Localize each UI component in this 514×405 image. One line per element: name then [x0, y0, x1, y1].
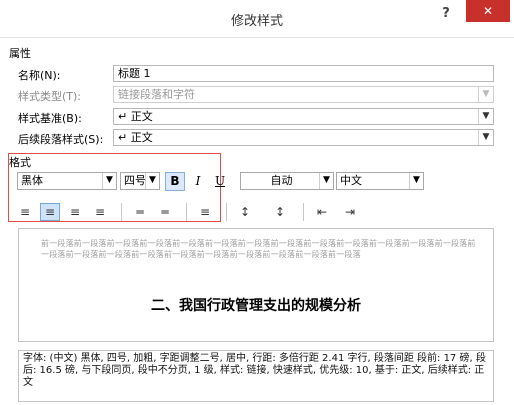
language-value: 中文 — [340, 174, 362, 187]
following-style-label: 后续段落样式(S): — [18, 133, 104, 146]
chevron-down-icon[interactable]: ▼ — [145, 173, 159, 189]
format-section-label: 格式 — [9, 156, 31, 169]
name-input[interactable]: 标题 1 — [113, 65, 494, 82]
chevron-down-icon[interactable]: ▼ — [102, 173, 116, 189]
heading-preview: 二、我国行政管理支出的规模分析 — [151, 298, 361, 314]
toolbar-divider — [226, 203, 227, 221]
increase-indent-icon[interactable]: ⇥ — [340, 203, 360, 221]
italic-button[interactable]: I — [188, 172, 208, 191]
chevron-down-icon[interactable]: ▼ — [319, 173, 333, 189]
close-button[interactable]: ✕ — [466, 0, 510, 22]
toolbar-divider — [186, 203, 187, 221]
font-value: 黑体 — [21, 174, 43, 187]
font-color-select[interactable]: 自动 ▼ — [240, 172, 334, 190]
following-style-select[interactable]: ↵ 正文 ▼ — [113, 129, 494, 146]
underline-button[interactable]: U — [210, 172, 230, 191]
chevron-down-icon[interactable]: ▼ — [478, 109, 493, 124]
chevron-down-icon: ▼ — [478, 87, 493, 102]
toolbar-divider — [121, 203, 122, 221]
name-label: 名称(N): — [18, 69, 61, 82]
style-type-select: 链接段落和字符 ▼ — [113, 86, 494, 103]
properties-section-label: 属性 — [9, 47, 31, 60]
font-select[interactable]: 黑体 ▼ — [17, 172, 117, 190]
chevron-down-icon[interactable]: ▼ — [409, 173, 423, 189]
title-bar: 修改样式 ? ✕ — [0, 0, 514, 38]
help-button[interactable]: ? — [436, 4, 456, 24]
distribute-wide-icon[interactable]: ≡ — [195, 203, 215, 221]
decrease-indent-icon[interactable]: ⇤ — [312, 203, 332, 221]
language-select[interactable]: 中文 ▼ — [336, 172, 424, 190]
style-description: 字体: (中文) 黑体, 四号, 加粗, 字距调整二号, 居中, 行距: 多倍行… — [18, 350, 494, 402]
toolbar-divider — [303, 203, 304, 221]
following-style-value: ↵ 正文 — [118, 131, 153, 144]
based-on-value: ↵ 正文 — [118, 110, 153, 123]
style-preview-pane: 前一段落前一段落前一段落前一段落前一段落前一段落前一段落前一段落前一段落前一段落… — [18, 228, 494, 342]
distribute-narrow-icon[interactable]: ═ — [155, 203, 175, 221]
distribute-icon[interactable]: ═ — [130, 203, 150, 221]
font-size-select[interactable]: 四号 ▼ — [120, 172, 160, 190]
line-spacing-double-icon[interactable]: ↕ — [270, 203, 290, 221]
based-on-select[interactable]: ↵ 正文 ▼ — [113, 108, 494, 125]
based-on-label: 样式基准(B): — [18, 112, 82, 125]
align-left-icon[interactable]: ≡ — [15, 203, 35, 221]
bold-button[interactable]: B — [165, 172, 185, 191]
font-size-value: 四号 — [124, 174, 146, 187]
line-spacing-single-icon[interactable]: ↕ — [235, 203, 255, 221]
justify-icon[interactable]: ≡ — [90, 203, 110, 221]
style-type-value: 链接段落和字符 — [118, 88, 195, 101]
previous-paragraph-preview: 前一段落前一段落前一段落前一段落前一段落前一段落前一段落前一段落前一段落前一段落… — [41, 239, 476, 259]
align-center-icon[interactable]: ≡ — [40, 203, 60, 221]
style-type-label: 样式类型(T): — [18, 90, 82, 103]
font-color-value: 自动 — [270, 174, 293, 187]
align-right-icon[interactable]: ≡ — [65, 203, 85, 221]
chevron-down-icon[interactable]: ▼ — [478, 130, 493, 145]
